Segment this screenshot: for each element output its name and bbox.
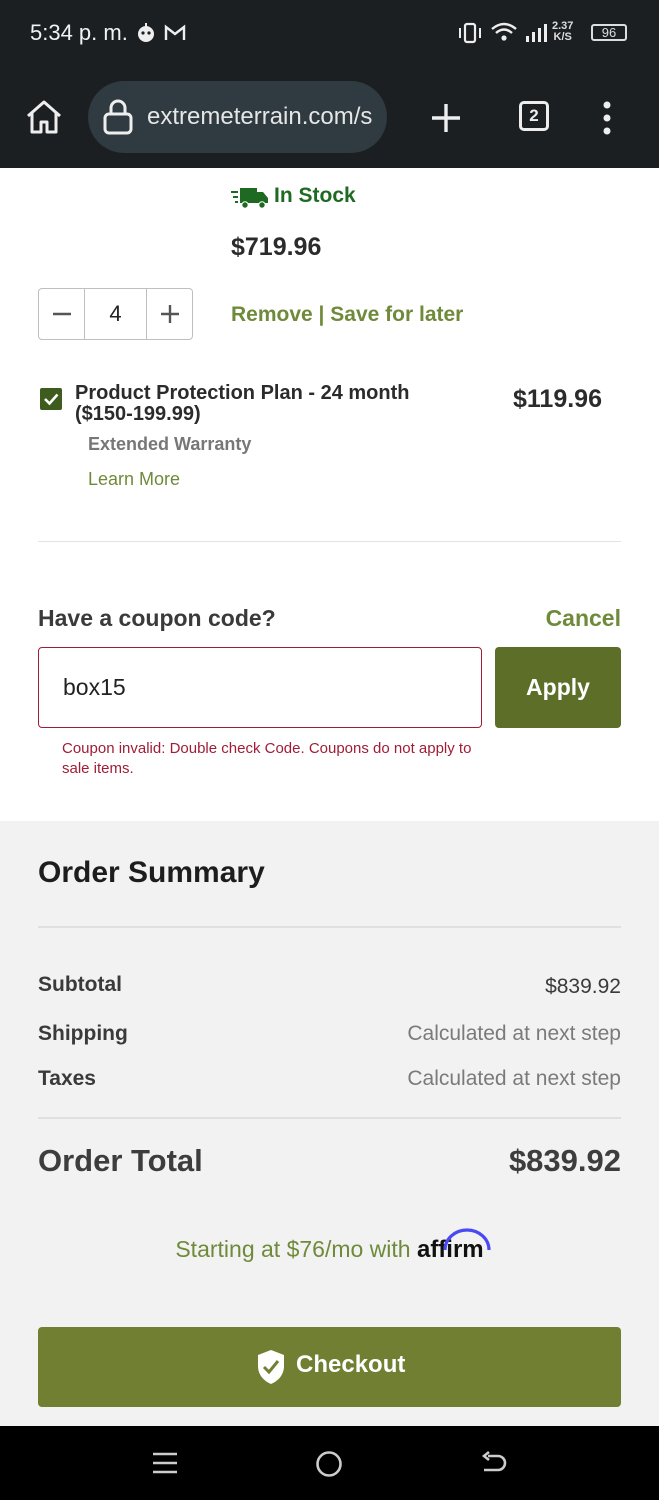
wifi-icon (491, 22, 517, 41)
learn-more-link[interactable]: Learn More (88, 469, 180, 490)
minus-icon (53, 312, 71, 316)
shipping-value: Calculated at next step (407, 1022, 621, 1045)
quantity-input[interactable]: 4 (84, 288, 147, 340)
status-time: 5:34 p. m. (30, 20, 128, 45)
divider (38, 926, 621, 928)
checkmark-icon (44, 393, 59, 406)
item-price: $719.96 (231, 233, 322, 261)
apply-coupon-button[interactable]: Apply (495, 647, 621, 728)
affirm-logo: affirm (417, 1228, 491, 1263)
plus-icon (161, 305, 179, 323)
signal-icon (526, 24, 547, 42)
battery-indicator: 96 (591, 24, 627, 41)
coupon-error-message: Coupon invalid: Double check Code. Coupo… (62, 740, 472, 777)
lock-icon[interactable] (102, 98, 134, 136)
save-for-later-link[interactable]: Save for later (330, 303, 463, 326)
vibrate-icon (459, 22, 481, 44)
shipping-label: Shipping (38, 1022, 128, 1045)
link-separator: | (318, 303, 325, 326)
delivery-truck-icon (231, 188, 268, 209)
taxes-value: Calculated at next step (407, 1067, 621, 1090)
coupon-code-input[interactable] (38, 647, 482, 728)
url-text[interactable]: extremeterrain.com/s (147, 103, 375, 131)
back-nav-icon[interactable] (480, 1450, 508, 1478)
checkout-label: Checkout (296, 1351, 406, 1378)
protection-plan-price: $119.96 (513, 385, 602, 413)
item-actions: Remove | Save for later (231, 303, 463, 327)
recent-apps-icon[interactable] (152, 1451, 178, 1475)
divider (38, 1117, 621, 1119)
notification-bot-icon (138, 23, 154, 42)
taxes-label: Taxes (38, 1067, 96, 1090)
protection-plan-title: Product Protection Plan - 24 month ($150… (75, 382, 410, 425)
network-speed: 2.37 K/S (552, 20, 574, 43)
checkout-button[interactable]: Checkout (38, 1327, 621, 1407)
order-total-label: Order Total (38, 1143, 203, 1178)
divider (38, 541, 621, 542)
quantity-decrease-button[interactable] (39, 288, 85, 340)
subtotal-label: Subtotal (38, 973, 122, 996)
more-options-icon[interactable] (598, 100, 616, 136)
affirm-arc-icon (443, 1228, 491, 1251)
protection-plan-checkbox[interactable] (40, 388, 62, 410)
gmail-icon (164, 24, 186, 40)
subtotal-value: $839.92 (545, 975, 621, 998)
stock-status: In Stock (274, 184, 356, 207)
order-total-value: $839.92 (508, 1143, 621, 1178)
financing-offer[interactable]: Starting at $76/mo with affirm (0, 1228, 659, 1264)
financing-text: Starting at $76/mo with (175, 1236, 411, 1262)
quantity-increase-button[interactable] (147, 288, 193, 340)
status-bar: 5:34 p. m. 2.37 K/S 96 (0, 0, 659, 66)
new-tab-icon[interactable] (430, 102, 462, 134)
coupon-cancel-link[interactable]: Cancel (510, 605, 621, 632)
protection-plan-subtitle: Extended Warranty (88, 434, 252, 454)
remove-link[interactable]: Remove (231, 303, 313, 326)
order-summary-title: Order Summary (38, 856, 265, 889)
tab-switcher-button[interactable]: 2 (519, 101, 549, 131)
shield-check-icon (258, 1350, 284, 1384)
coupon-heading: Have a coupon code? (38, 605, 276, 631)
home-icon[interactable] (24, 98, 64, 136)
home-nav-icon[interactable] (315, 1450, 343, 1478)
